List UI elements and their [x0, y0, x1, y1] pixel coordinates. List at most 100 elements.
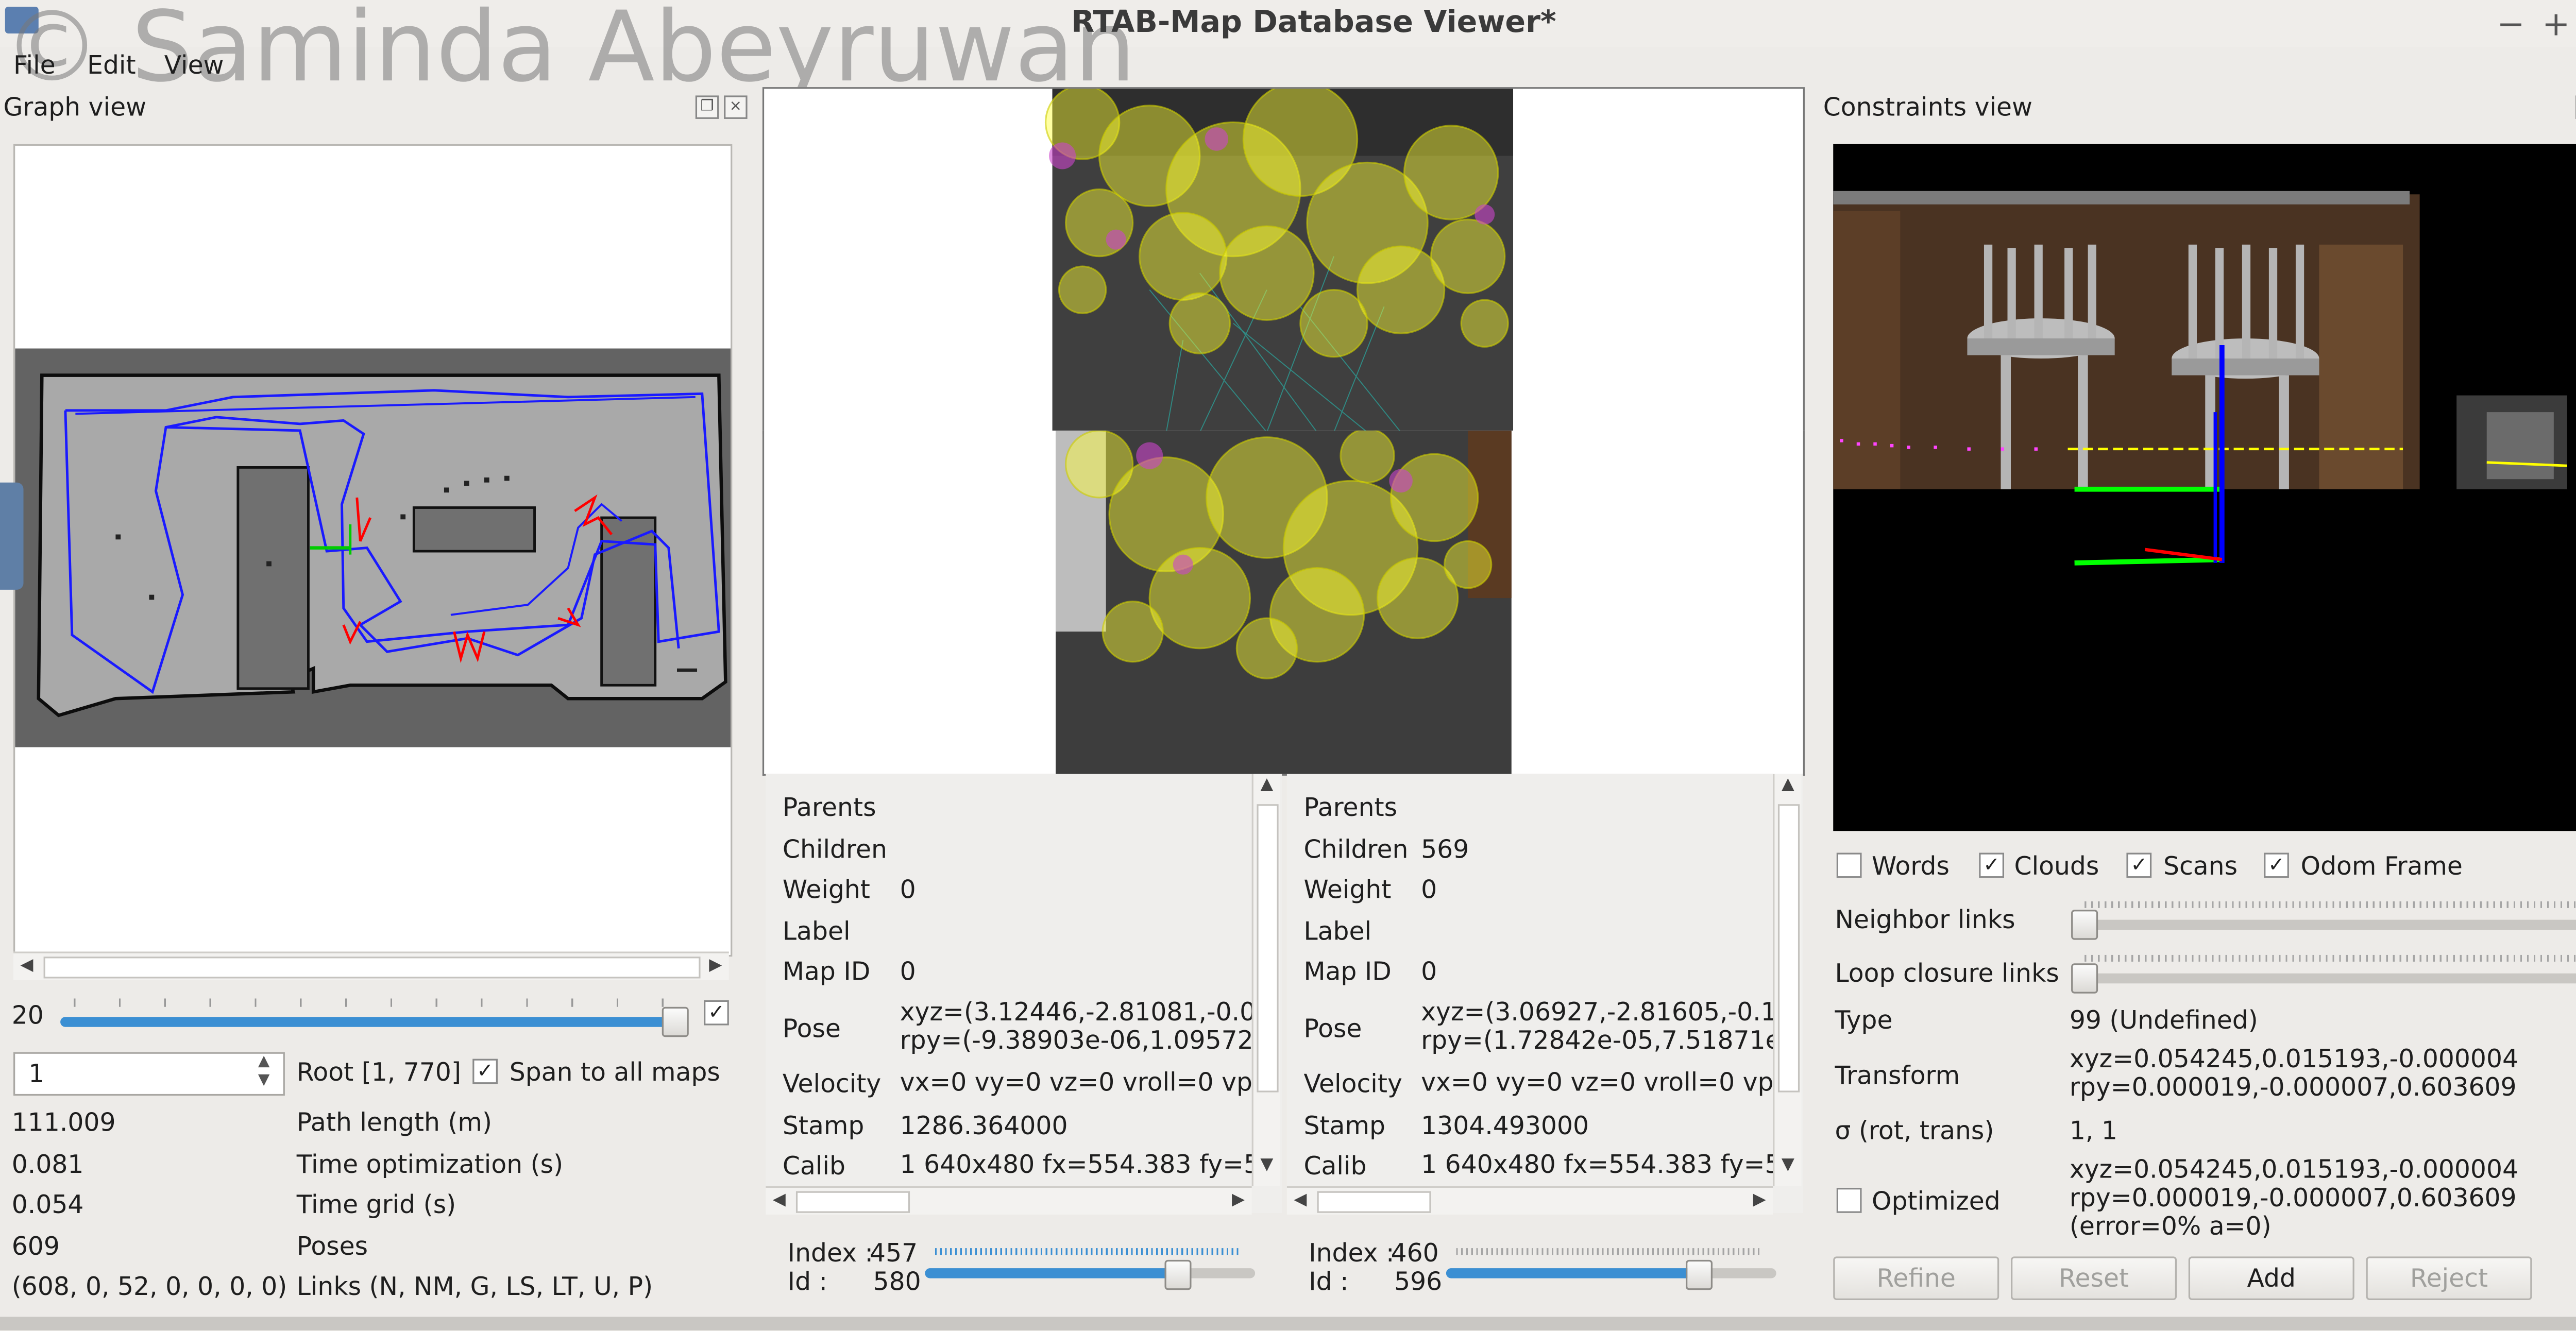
- right-index-value: 460: [1391, 1238, 1439, 1269]
- optimized-value: rpy=0.000019,-0.000007,0.603609: [2069, 1184, 2517, 1213]
- words-checkbox[interactable]: [1836, 852, 1862, 878]
- vscroll-handle[interactable]: [1777, 804, 1800, 1093]
- optimized-value: xyz=0.054245,0.015193,-0.000004: [2069, 1156, 2519, 1185]
- loop-links-label: Loop closure links: [1835, 958, 2059, 988]
- stat-value: 0.054: [11, 1189, 84, 1220]
- optimized-checkbox[interactable]: [1836, 1188, 1862, 1213]
- left-index-ticks: [935, 1248, 1240, 1255]
- right-index-slider-fill: [1446, 1268, 1698, 1278]
- scroll-right-icon[interactable]: ▶: [1746, 1191, 1773, 1210]
- hscroll-handle[interactable]: [795, 1191, 910, 1213]
- info-label: Velocity: [1303, 1069, 1402, 1099]
- optimized-label: Optimized: [1872, 1186, 2001, 1217]
- scroll-handle[interactable]: [43, 957, 701, 979]
- right-info-vscroll[interactable]: ▲ ▼: [1773, 774, 1802, 1186]
- info-value: 0: [900, 957, 916, 987]
- neighbor-slider-handle[interactable]: [2071, 910, 2098, 940]
- stat-label: Poses: [296, 1231, 368, 1262]
- odom-frame-checkbox[interactable]: ✓: [2264, 852, 2289, 878]
- info-value: rpy=(-9.38903e-06,1.09572e: [900, 1027, 1252, 1056]
- info-value: xyz=(3.06927,-2.81605,-0.1: [1421, 998, 1773, 1027]
- graph-slider[interactable]: [60, 1017, 674, 1027]
- right-index-label: Index :: [1309, 1238, 1395, 1269]
- right-info-hscroll[interactable]: ◀ ▶: [1286, 1186, 1773, 1215]
- menu-edit[interactable]: Edit: [87, 50, 136, 81]
- info-value: rpy=(1.72842e-05,7.51871e: [1421, 1027, 1773, 1056]
- stat-label: Path length (m): [296, 1107, 493, 1138]
- image-view-top[interactable]: [762, 81, 1805, 434]
- loop-slider-ticks: [2084, 954, 2576, 962]
- stat-value: 609: [11, 1231, 60, 1262]
- left-id-label: Id :: [787, 1266, 828, 1297]
- left-id-value: 580: [873, 1266, 921, 1297]
- neighbor-links-slider[interactable]: [2073, 919, 2576, 930]
- neighbor-links-label: Neighbor links: [1835, 905, 2015, 935]
- scroll-right-icon[interactable]: ▶: [702, 957, 729, 975]
- constraints-view-title: Constraints view: [1823, 92, 2032, 123]
- info-label: Map ID: [1303, 957, 1392, 987]
- close-dock-icon[interactable]: ×: [724, 95, 748, 119]
- root-label: Root [1, 770]: [296, 1057, 461, 1087]
- info-value: vx=0 vy=0 vz=0 vroll=0 vpi: [1421, 1069, 1773, 1098]
- optimized-value: (error=0% a=0): [2069, 1213, 2272, 1242]
- transform-value: xyz=0.054245,0.015193,-0.000004: [2069, 1045, 2519, 1074]
- constraints-3d-view[interactable]: [1833, 144, 2576, 831]
- maximize-icon[interactable]: +: [2542, 4, 2570, 44]
- graph-slider-handle[interactable]: [662, 1006, 689, 1037]
- taskbar-strip: [0, 1317, 2576, 1330]
- info-value: 1286.364000: [900, 1111, 1068, 1141]
- info-label: Calib: [1303, 1151, 1367, 1182]
- loop-links-slider[interactable]: [2073, 973, 2576, 984]
- menu-file[interactable]: File: [13, 50, 56, 81]
- loop-slider-handle[interactable]: [2071, 963, 2098, 994]
- reset-button[interactable]: Reset: [2011, 1256, 2177, 1300]
- add-button[interactable]: Add: [2188, 1256, 2354, 1300]
- right-index-slider-handle[interactable]: [1686, 1259, 1713, 1290]
- type-label: Type: [1835, 1005, 1893, 1036]
- scroll-up-icon[interactable]: ▲: [1774, 776, 1801, 794]
- float-icon[interactable]: ❐: [695, 95, 719, 119]
- minimize-icon[interactable]: −: [2497, 4, 2525, 44]
- scroll-left-icon[interactable]: ◀: [1287, 1191, 1314, 1210]
- info-label: Calib: [782, 1151, 845, 1182]
- top-image: [1044, 81, 1514, 433]
- map-id-spinbox[interactable]: 1 ▲ ▼: [13, 1052, 285, 1096]
- info-label: Pose: [1303, 1013, 1362, 1044]
- scroll-up-icon[interactable]: ▲: [1253, 776, 1280, 794]
- app-window: © Saminda Abeyruwan RTAB-Map Database Vi…: [0, 0, 2576, 1330]
- image-view-bottom[interactable]: [762, 428, 1805, 776]
- vscroll-handle[interactable]: [1257, 804, 1279, 1093]
- info-label: Weight: [1303, 874, 1392, 905]
- reject-button[interactable]: Reject: [2366, 1256, 2532, 1300]
- graph-hscroll[interactable]: ◀ ▶: [13, 951, 729, 980]
- refine-button[interactable]: Refine: [1833, 1256, 1999, 1300]
- scroll-right-icon[interactable]: ▶: [1225, 1191, 1252, 1210]
- left-index-slider-fill: [925, 1268, 1177, 1278]
- menu-view[interactable]: View: [164, 50, 224, 81]
- graph-canvas[interactable]: [13, 144, 733, 957]
- scroll-down-icon[interactable]: ▼: [1774, 1156, 1801, 1174]
- span-checkbox[interactable]: ✓: [472, 1059, 498, 1084]
- sigma-label: σ (rot, trans): [1835, 1116, 1994, 1146]
- stat-label: Time grid (s): [296, 1189, 456, 1220]
- hscroll-handle[interactable]: [1317, 1191, 1431, 1213]
- info-label: Map ID: [782, 957, 871, 987]
- side-dock-tab[interactable]: [0, 482, 24, 590]
- left-info-hscroll[interactable]: ◀ ▶: [766, 1186, 1252, 1215]
- scroll-left-icon[interactable]: ◀: [766, 1191, 792, 1210]
- left-index-label: Index :: [787, 1238, 873, 1269]
- left-index-slider-handle[interactable]: [1164, 1259, 1192, 1290]
- constraints-scene: [1833, 191, 2567, 566]
- info-value: xyz=(3.12446,-2.81081,-0.0: [900, 998, 1252, 1027]
- spin-arrows-icon[interactable]: ▲ ▼: [258, 1054, 270, 1091]
- scroll-left-icon[interactable]: ◀: [13, 957, 40, 975]
- clouds-checkbox[interactable]: ✓: [1979, 852, 2004, 878]
- graph-slider-checkbox[interactable]: ✓: [704, 1000, 729, 1026]
- info-value: 1 640x480 fx=554.383 fy=5: [900, 1151, 1252, 1180]
- left-info-vscroll[interactable]: ▲ ▼: [1251, 774, 1280, 1186]
- scroll-down-icon[interactable]: ▼: [1253, 1156, 1280, 1174]
- scans-label: Scans: [2163, 851, 2238, 881]
- info-value: 0: [1421, 957, 1437, 987]
- scans-checkbox[interactable]: ✓: [2126, 852, 2152, 878]
- window-title: RTAB-Map Database Viewer*: [1071, 5, 1556, 41]
